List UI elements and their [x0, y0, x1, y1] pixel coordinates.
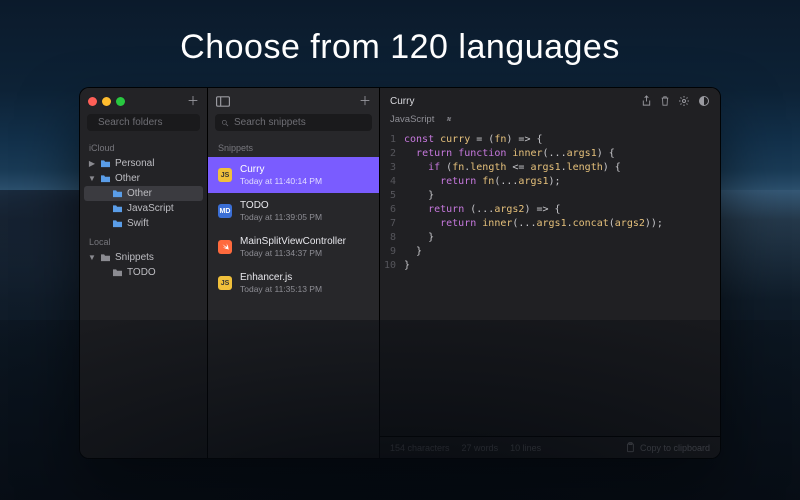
snippet-search[interactable] [215, 114, 372, 131]
disclosure-triangle-icon: ▼ [88, 174, 96, 183]
folder-icon [100, 253, 111, 262]
folder-label: JavaScript [127, 203, 174, 214]
snippet-time: Today at 11:39:05 PM [240, 212, 322, 222]
add-snippet-button[interactable]: ＋ [359, 95, 371, 107]
status-bar: 154 characters 27 words 10 lines Copy to… [380, 436, 720, 458]
folder-search[interactable] [87, 114, 200, 131]
folder-icon [100, 159, 111, 168]
folder-personal[interactable]: ▶ Personal [84, 156, 203, 171]
copy-to-clipboard-button[interactable]: Copy to clipboard [625, 442, 710, 453]
folder-todo[interactable]: TODO [84, 265, 203, 280]
section-local-label: Local [80, 231, 207, 250]
settings-button[interactable] [678, 95, 690, 107]
snippet-title: MainSplitViewController [240, 236, 346, 247]
js-file-icon: JS [218, 168, 232, 182]
folder-other[interactable]: ▼ Other [84, 171, 203, 186]
code-editor[interactable]: 1const curry = (fn) => {2 return functio… [380, 131, 720, 436]
snippet-title: Enhancer.js [240, 272, 322, 283]
list-topbar: ＋ [208, 88, 379, 114]
swift-file-icon [218, 240, 232, 254]
folder-icon [112, 268, 123, 277]
status-words: 27 words [462, 443, 499, 453]
snippet-title: TODO [240, 200, 322, 211]
snippet-time: Today at 11:35:13 PM [240, 284, 322, 294]
chevron-updown-icon: ˄˅ [446, 115, 447, 124]
language-label: JavaScript [390, 114, 434, 125]
status-lines: 10 lines [510, 443, 541, 453]
section-icloud-label: iCloud [80, 137, 207, 156]
add-folder-button[interactable]: ＋ [187, 95, 199, 107]
folder-snippets[interactable]: ▼ Snippets [84, 250, 203, 265]
folder-label: Personal [115, 158, 154, 169]
snippet-item-enhancer[interactable]: JS Enhancer.jsToday at 11:35:13 PM [208, 265, 379, 301]
folder-icon [112, 204, 123, 213]
snippet-search-input[interactable] [234, 117, 366, 128]
close-window-button[interactable] [88, 97, 97, 106]
folder-icon [112, 189, 123, 198]
minimize-window-button[interactable] [102, 97, 111, 106]
editor-panel: Curry JavaScript ˄˅ 1const curry = (fn) … [380, 88, 720, 458]
folder-label: Snippets [115, 252, 154, 263]
copy-label: Copy to clipboard [640, 443, 710, 453]
editor-title: Curry [390, 96, 414, 107]
snippet-item-curry[interactable]: JS CurryToday at 11:40:14 PM [208, 157, 379, 193]
snippet-item-mainsplit[interactable]: MainSplitViewControllerToday at 11:34:37… [208, 229, 379, 265]
folder-label: Swift [127, 218, 149, 229]
disclosure-triangle-icon: ▼ [88, 253, 96, 262]
snippet-time: Today at 11:34:37 PM [240, 248, 346, 258]
folder-javascript[interactable]: JavaScript [84, 201, 203, 216]
snippet-item-todo[interactable]: MD TODOToday at 11:39:05 PM [208, 193, 379, 229]
clipboard-icon [625, 442, 635, 453]
folder-icon [112, 219, 123, 228]
snippet-list-header: Snippets [208, 137, 379, 157]
folder-label: Other [127, 188, 152, 199]
folder-label: Other [115, 173, 140, 184]
folder-label: TODO [127, 267, 156, 278]
trash-button[interactable] [660, 95, 670, 107]
share-button[interactable] [641, 95, 652, 107]
page-headline: Choose from 120 languages [0, 28, 800, 67]
snippet-time: Today at 11:40:14 PM [240, 176, 322, 186]
sidebar: ＋ iCloud ▶ Personal ▼ Other Othe [80, 88, 208, 458]
app-window: ＋ iCloud ▶ Personal ▼ Other Othe [80, 88, 720, 458]
snippet-list-panel: ＋ Snippets JS CurryToday at 11:40:14 PM … [208, 88, 380, 458]
zoom-window-button[interactable] [116, 97, 125, 106]
search-icon [221, 118, 229, 128]
sidebar-topbar: ＋ [80, 88, 207, 114]
disclosure-triangle-icon: ▶ [88, 159, 96, 168]
toggle-sidebar-button[interactable] [216, 96, 230, 107]
status-chars: 154 characters [390, 443, 450, 453]
js-file-icon: JS [218, 276, 232, 290]
folder-other-child[interactable]: Other [84, 186, 203, 201]
folder-icon [100, 174, 111, 183]
theme-toggle-button[interactable] [698, 95, 710, 107]
md-file-icon: MD [218, 204, 232, 218]
language-selector[interactable]: JavaScript ˄˅ [380, 114, 720, 131]
window-controls [88, 97, 125, 106]
snippet-title: Curry [240, 164, 322, 175]
folder-swift[interactable]: Swift [84, 216, 203, 231]
editor-topbar: Curry [380, 88, 720, 114]
